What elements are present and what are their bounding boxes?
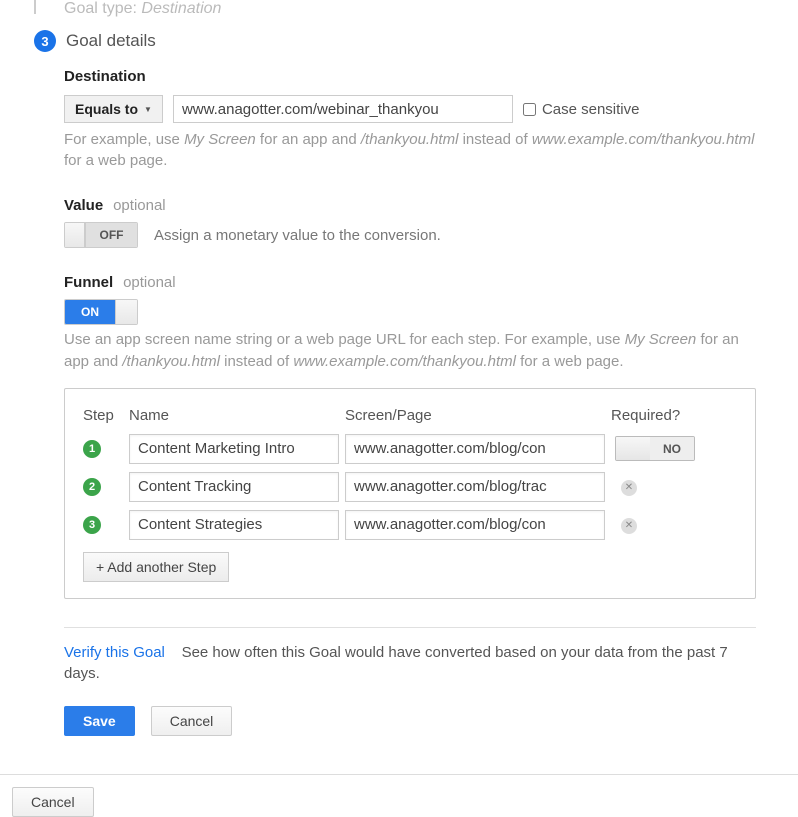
step-title: Goal details bbox=[66, 31, 156, 51]
divider bbox=[64, 627, 756, 628]
col-step: Step bbox=[83, 407, 123, 426]
add-step-button[interactable]: + Add another Step bbox=[83, 552, 229, 582]
destination-heading: Destination bbox=[64, 68, 756, 85]
funnel-optional: optional bbox=[123, 274, 176, 291]
col-page: Screen/Page bbox=[345, 407, 605, 426]
remove-step-icon[interactable]: ✕ bbox=[621, 480, 637, 496]
outer-cancel-button[interactable]: Cancel bbox=[12, 787, 94, 817]
step-header: 3 Goal details bbox=[12, 26, 786, 62]
col-required: Required? bbox=[611, 407, 701, 426]
funnel-hint: Use an app screen name string or a web p… bbox=[64, 329, 756, 373]
cancel-button[interactable]: Cancel bbox=[151, 706, 233, 736]
remove-step-icon[interactable]: ✕ bbox=[621, 518, 637, 534]
value-description: Assign a monetary value to the conversio… bbox=[154, 227, 441, 244]
stepper-connector bbox=[34, 0, 36, 14]
toggle-handle bbox=[115, 300, 137, 324]
step-number-badge: 3 bbox=[34, 30, 56, 52]
case-sensitive-label: Case sensitive bbox=[542, 101, 640, 118]
funnel-step-badge: 1 bbox=[83, 440, 101, 458]
funnel-label: Funnel bbox=[64, 274, 113, 291]
outer-divider bbox=[0, 774, 798, 775]
destination-hint: For example, use My Screen for an app an… bbox=[64, 129, 756, 171]
match-type-dropdown[interactable]: Equals to ▼ bbox=[64, 95, 163, 123]
case-sensitive-checkbox[interactable] bbox=[523, 103, 536, 116]
value-label: Value bbox=[64, 197, 103, 214]
col-name: Name bbox=[129, 407, 339, 426]
value-optional: optional bbox=[113, 197, 166, 214]
funnel-step-page-input[interactable] bbox=[345, 472, 605, 502]
toggle-handle bbox=[616, 437, 650, 460]
funnel-step-name-input[interactable] bbox=[129, 434, 339, 464]
funnel-step-badge: 2 bbox=[83, 478, 101, 496]
prev-step-value: Destination bbox=[141, 0, 221, 17]
funnel-step-page-input[interactable] bbox=[345, 510, 605, 540]
prev-step-label: Goal type: bbox=[64, 0, 137, 17]
verify-goal-link[interactable]: Verify this Goal bbox=[64, 644, 165, 661]
funnel-toggle-label: ON bbox=[65, 300, 115, 324]
funnel-step-page-input[interactable] bbox=[345, 434, 605, 464]
value-toggle[interactable]: OFF bbox=[64, 222, 138, 248]
funnel-steps-box: Step Name Screen/Page Required? 1 NO bbox=[64, 388, 756, 599]
save-button[interactable]: Save bbox=[64, 706, 135, 736]
match-type-label: Equals to bbox=[75, 101, 138, 117]
required-toggle[interactable]: NO bbox=[615, 436, 695, 461]
funnel-step-name-input[interactable] bbox=[129, 510, 339, 540]
funnel-toggle[interactable]: ON bbox=[64, 299, 138, 325]
required-toggle-label: NO bbox=[650, 437, 694, 460]
case-sensitive-wrap[interactable]: Case sensitive bbox=[523, 101, 640, 118]
toggle-handle bbox=[65, 223, 85, 247]
destination-url-input[interactable] bbox=[173, 95, 513, 123]
value-toggle-label: OFF bbox=[85, 223, 137, 247]
funnel-step-name-input[interactable] bbox=[129, 472, 339, 502]
funnel-step-badge: 3 bbox=[83, 516, 101, 534]
chevron-down-icon: ▼ bbox=[144, 105, 152, 114]
previous-step-summary: Goal type: Destination bbox=[12, 0, 786, 26]
